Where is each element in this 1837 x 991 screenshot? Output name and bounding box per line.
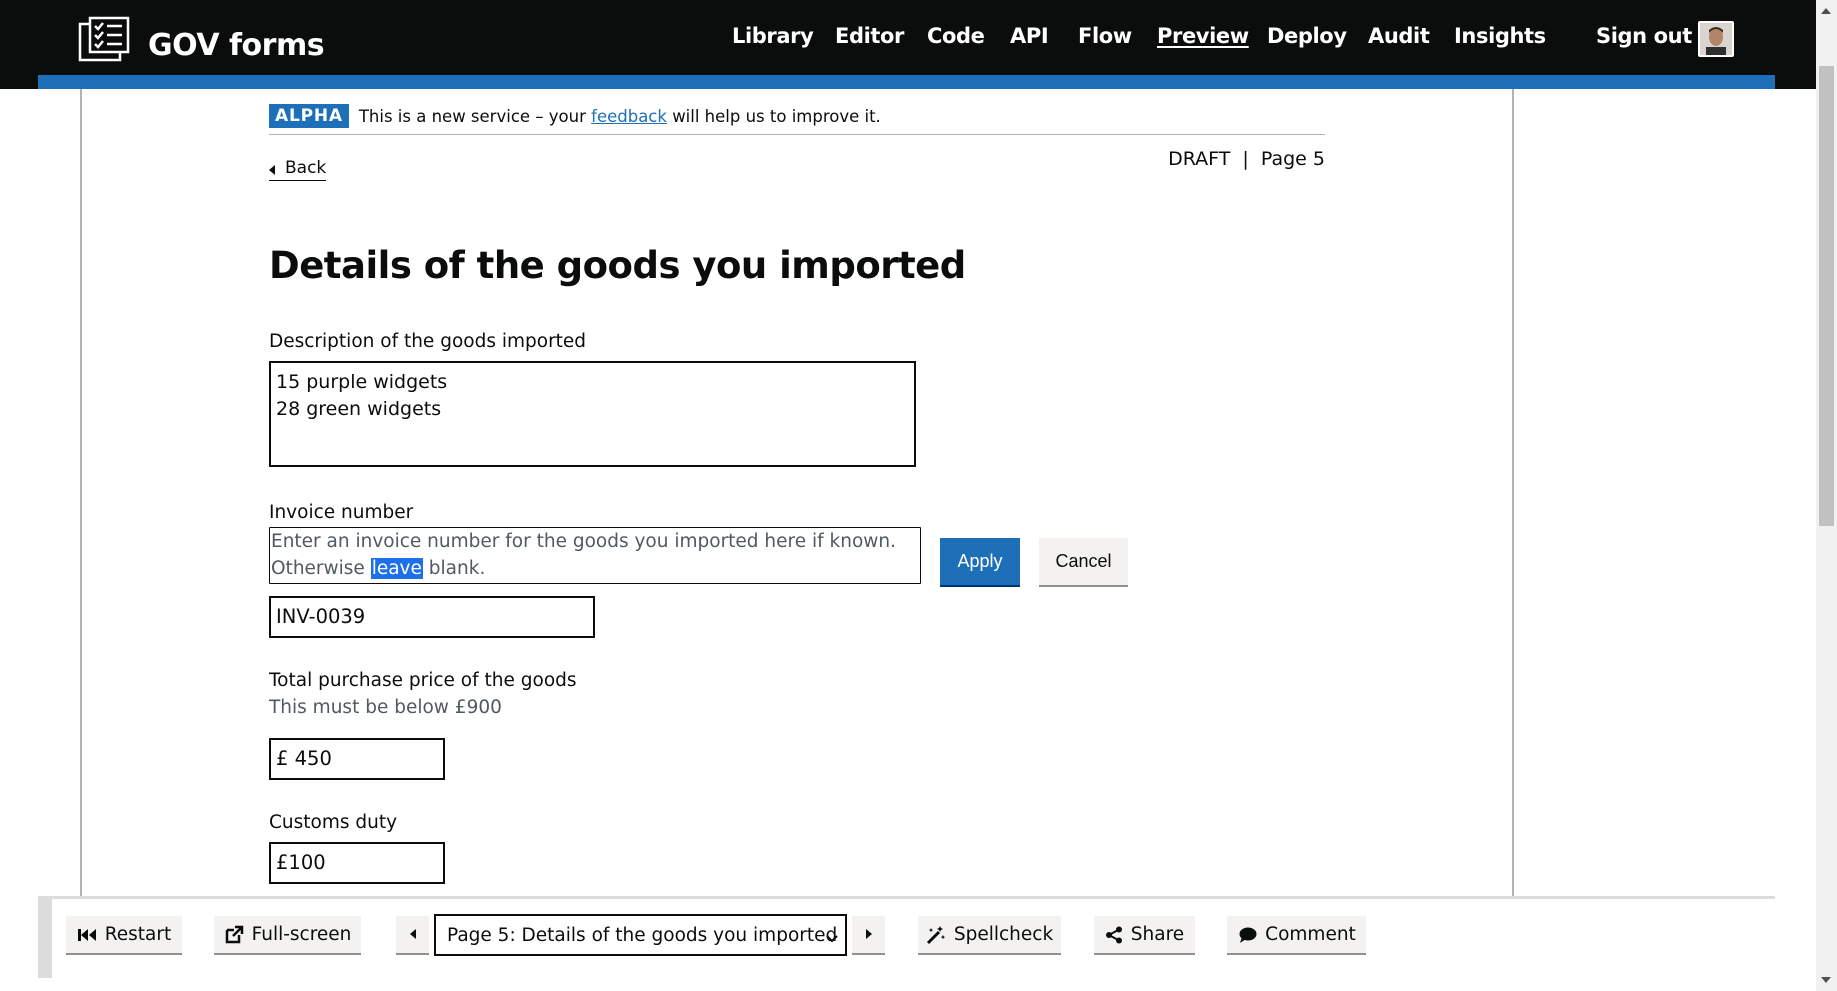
nav-library[interactable]: Library [732,24,814,48]
price-hint: This must be below £900 [269,697,502,718]
caret-left-icon [409,924,417,945]
share-icon [1105,926,1123,944]
price-label: Total purchase price of the goods [269,670,577,691]
comment-icon [1237,926,1257,944]
caret-right-icon [865,924,873,945]
invoice-label: Invoice number [269,502,414,523]
scroll-thumb[interactable] [1819,66,1834,526]
restart-button[interactable]: Restart [66,916,182,953]
chevron-down-icon [825,928,839,949]
nav-api[interactable]: API [1010,24,1049,48]
description-textarea[interactable]: 15 purple widgets 28 green widgets [269,361,916,467]
nav-audit[interactable]: Audit [1368,24,1430,48]
main-nav: Library Editor Code API Flow Preview Dep… [0,24,1816,54]
scroll-up-icon[interactable] [1821,8,1831,14]
currency-prefix: £ [276,747,289,770]
next-page-button[interactable] [852,916,885,953]
fullscreen-label: Full-screen [251,924,352,945]
feedback-link[interactable]: feedback [591,107,667,126]
cancel-button[interactable]: Cancel [1039,538,1128,585]
page-select-value: Page 5: Details of the goods you importe… [447,924,838,946]
header-blue-stripe [38,75,1775,89]
invoice-input[interactable]: INV-0039 [269,596,595,638]
phase-text-before: This is a new service – your [358,107,586,126]
share-button[interactable]: Share [1094,916,1195,953]
nav-code[interactable]: Code [927,24,985,48]
invoice-hint-line-1: Enter an invoice number for the goods yo… [271,531,897,552]
status-divider: | [1242,148,1249,170]
phase-text-after: will help us to improve it. [672,107,881,126]
currency-prefix: £ [276,851,289,874]
preview-frame-border-right [1512,89,1514,897]
comment-button[interactable]: Comment [1227,916,1366,953]
nav-sign-out[interactable]: Sign out [1596,24,1692,48]
apply-button[interactable]: Apply [940,538,1020,585]
user-avatar-icon [1700,23,1732,55]
price-value: 450 [294,747,332,770]
hint-text-after: blank. [422,558,486,579]
scroll-down-icon[interactable] [1821,977,1831,983]
phase-tag: ALPHA [269,103,349,128]
restart-label: Restart [104,924,172,945]
page-title: Details of the goods you imported [269,244,966,287]
price-input[interactable]: £ 450 [269,738,445,780]
back-link[interactable]: Back [269,158,327,181]
comment-label: Comment [1265,924,1356,945]
selected-text: leave [370,558,423,579]
phase-banner-text: This is a new service – your feedback wi… [359,107,881,126]
page-number: Page 5 [1260,148,1325,170]
page-status: DRAFT | Page 5 [1100,148,1325,170]
description-label: Description of the goods imported [269,331,587,352]
toolbar-edge [38,896,52,978]
duty-input[interactable]: £100 [269,842,445,884]
share-label: Share [1130,924,1185,945]
invoice-hint-editor[interactable]: Enter an invoice number for the goods yo… [269,527,921,584]
preview-frame-border-left [80,89,82,897]
nav-insights[interactable]: Insights [1454,24,1546,48]
skip-back-icon [77,927,97,943]
duty-value: 100 [288,851,326,874]
phase-banner: ALPHA This is a new service – your feedb… [269,97,1325,135]
spellcheck-button[interactable]: Spellcheck [918,916,1061,953]
draft-label: DRAFT [1168,148,1231,170]
fullscreen-button[interactable]: Full-screen [214,916,361,953]
invoice-hint-line-2: Otherwise leave blank. [271,555,919,582]
nav-deploy[interactable]: Deploy [1267,24,1347,48]
previous-page-button[interactable] [396,916,429,953]
page-scrollbar[interactable] [1816,0,1837,991]
avatar[interactable] [1698,21,1734,57]
nav-editor[interactable]: Editor [835,24,904,48]
spellcheck-label: Spellcheck [953,924,1054,945]
duty-label: Customs duty [269,812,398,833]
page-select[interactable]: Page 5: Details of the goods you importe… [434,914,847,956]
external-link-icon [224,925,244,945]
nav-flow[interactable]: Flow [1078,24,1132,48]
nav-preview[interactable]: Preview [1157,24,1249,48]
magic-wand-icon [926,925,946,945]
hint-text-before: Otherwise [271,558,371,579]
